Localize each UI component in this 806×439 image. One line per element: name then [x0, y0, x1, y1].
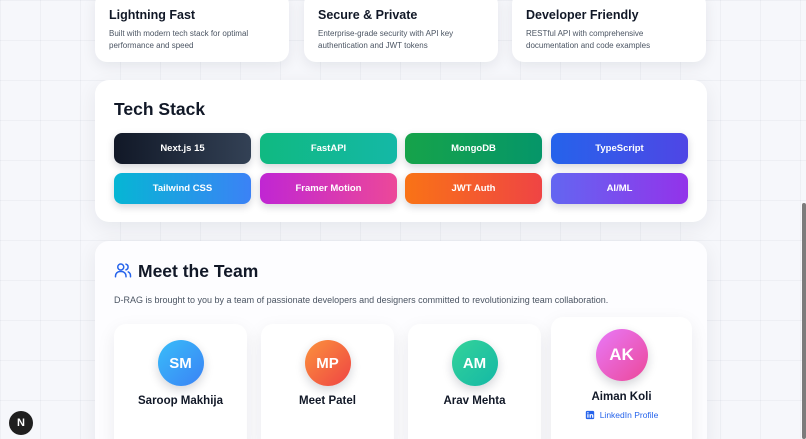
tech-badge-jwt-auth[interactable]: JWT Auth: [405, 173, 542, 204]
team-description: D-RAG is brought to you by a team of pas…: [114, 295, 609, 305]
linkedin-link[interactable]: LinkedIn Profile: [551, 410, 692, 420]
feature-title: Secure & Private: [318, 8, 418, 22]
team-panel: Meet the Team D-RAG is brought to you by…: [95, 241, 707, 439]
tech-stack-title: Tech Stack: [114, 99, 206, 119]
team-card-saroop: SM Saroop Makhija: [114, 324, 247, 439]
tech-stack-panel: Tech Stack Next.js 15 FastAPI MongoDB Ty…: [95, 80, 707, 222]
team-card-aiman: AK Aiman Koli LinkedIn Profile: [551, 317, 692, 439]
member-name: Aiman Koli: [591, 391, 652, 403]
team-card-meet: MP Meet Patel: [261, 324, 394, 439]
feature-description: Built with modern tech stack for optimal…: [109, 29, 249, 50]
tech-badge-nextjs[interactable]: Next.js 15: [114, 133, 251, 164]
avatar: MP: [304, 340, 351, 386]
users-icon: [114, 261, 132, 279]
feature-card-developer: Developer Friendly RESTful API with comp…: [512, 0, 706, 62]
member-name: Arav Mehta: [443, 395, 506, 407]
feature-title: Lightning Fast: [109, 8, 196, 22]
feature-card-secure: Secure & Private Enterprise-grade securi…: [304, 0, 498, 62]
feature-title: Developer Friendly: [526, 8, 639, 22]
linkedin-icon: [585, 410, 595, 420]
avatar: SM: [157, 340, 204, 386]
feature-description: RESTful API with comprehensive documenta…: [526, 29, 651, 50]
linkedin-label: LinkedIn Profile: [599, 410, 659, 420]
avatar: AM: [451, 340, 498, 386]
team-card-arav: AM Arav Mehta: [408, 324, 541, 439]
tech-badge-mongodb[interactable]: MongoDB: [405, 133, 542, 164]
tech-badge-ai-ml[interactable]: AI/ML: [551, 173, 688, 204]
tech-badge-fastapi[interactable]: FastAPI: [260, 133, 397, 164]
member-name: Meet Patel: [299, 395, 356, 407]
feature-card-lightning: Lightning Fast Built with modern tech st…: [95, 0, 289, 62]
scrollbar[interactable]: [802, 203, 806, 439]
member-name: Saroop Makhija: [138, 395, 223, 407]
feature-description: Enterprise-grade security with API key a…: [318, 29, 454, 50]
tech-badge-tailwind[interactable]: Tailwind CSS: [114, 173, 251, 204]
tech-badge-typescript[interactable]: TypeScript: [551, 133, 688, 164]
team-title: Meet the Team: [138, 261, 259, 281]
avatar: AK: [595, 329, 648, 381]
nextjs-badge[interactable]: N: [9, 411, 33, 435]
tech-badge-framer-motion[interactable]: Framer Motion: [260, 173, 397, 204]
